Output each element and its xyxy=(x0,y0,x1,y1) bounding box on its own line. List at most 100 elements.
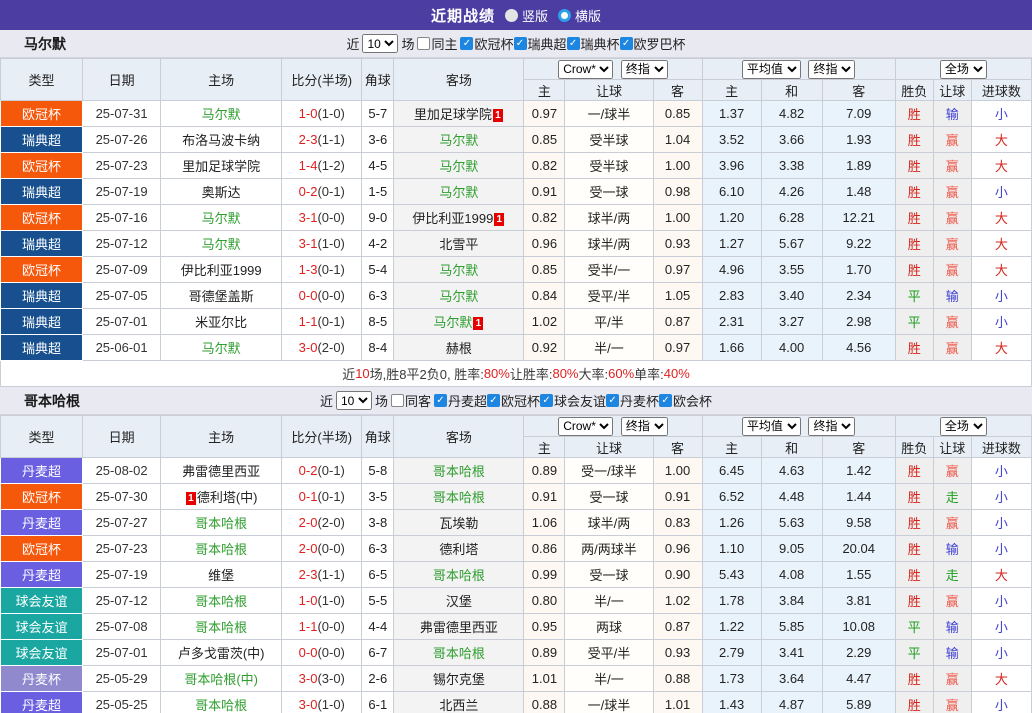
recent-count-select[interactable]: 10 xyxy=(336,391,372,410)
league-filter-label: 丹麦杯 xyxy=(620,391,659,410)
team-label: 德利塔(中) xyxy=(197,490,258,505)
euro-away-odds: 1.55 xyxy=(822,562,895,588)
euro-time-select[interactable]: 终指 xyxy=(808,417,855,436)
euro-draw-odds: 4.48 xyxy=(761,484,822,510)
asia-home-odds: 0.89 xyxy=(524,458,565,484)
away-team: 德利塔 xyxy=(394,536,524,562)
team-label: 弗雷德里西亚 xyxy=(182,464,260,479)
league-badge: 瑞典超 xyxy=(1,179,83,205)
euro-away-odds: 2.98 xyxy=(822,309,895,335)
team-label: 马尔默 xyxy=(439,289,478,304)
asia-home-odds: 0.95 xyxy=(524,614,565,640)
checkbox-icon: ✓ xyxy=(606,394,619,407)
league-filter-checkbox[interactable]: ✓欧会杯 xyxy=(659,391,712,410)
euro-away-odds: 9.58 xyxy=(822,510,895,536)
euro-source-select[interactable]: 平均值 xyxy=(742,60,801,79)
team-label: 哥本哈根 xyxy=(433,464,485,479)
matches-body: 欧冠杯25-07-31马尔默1-0(1-0)5-7里加足球学院10.97一/球半… xyxy=(1,101,1032,361)
league-filter-checkbox[interactable]: ✓丹麦超 xyxy=(434,391,487,410)
euro-home-odds: 1.27 xyxy=(702,231,761,257)
asia-away-odds: 0.97 xyxy=(653,257,702,283)
euro-home-odds: 1.10 xyxy=(702,536,761,562)
away-team: 哥本哈根 xyxy=(394,640,524,666)
away-team: 弗雷德里西亚 xyxy=(394,614,524,640)
euro-time-select[interactable]: 终指 xyxy=(808,60,855,79)
match-row: 瑞典超25-07-12马尔默3-1(1-0)4-2北雪平0.96球半/两0.93… xyxy=(1,231,1032,257)
handicap-result: 赢 xyxy=(933,153,971,179)
same-venue-filter[interactable]: 同主 xyxy=(417,34,457,53)
section-malmo: 马尔默 近 10 场 同主 ✓欧冠杯✓瑞典超✓瑞典杯✓欧罗巴杯 类型 日期 主场… xyxy=(0,30,1032,387)
corner-score: 3-8 xyxy=(362,510,394,536)
match-date: 25-05-29 xyxy=(83,666,161,692)
odds-source-select[interactable]: Crow* xyxy=(558,60,613,79)
euro-source-select[interactable]: 平均值 xyxy=(742,417,801,436)
euro-away-odds: 1.42 xyxy=(822,458,895,484)
team-label: 马尔默 xyxy=(439,133,478,148)
euro-away-odds: 1.89 xyxy=(822,153,895,179)
league-filter-checkbox[interactable]: ✓欧冠杯 xyxy=(460,34,513,53)
league-filter-checkbox[interactable]: ✓欧冠杯 xyxy=(487,391,540,410)
team-label: 马尔默 xyxy=(202,211,241,226)
matches-table: 类型 日期 主场 比分(半场) 角球 客场 Crow* 终指 平均值 终指 xyxy=(0,58,1032,361)
odds-time-select[interactable]: 终指 xyxy=(621,417,668,436)
asia-home-odds: 0.89 xyxy=(524,640,565,666)
match-row: 欧冠杯25-07-23哥本哈根2-0(0-0)6-3德利塔0.86两/两球半0.… xyxy=(1,536,1032,562)
euro-away-odds: 1.70 xyxy=(822,257,895,283)
corner-score: 2-6 xyxy=(362,666,394,692)
layout-radio-vertical[interactable]: 竖版 xyxy=(505,6,548,25)
scope-select[interactable]: 全场 xyxy=(940,417,987,436)
asia-home-odds: 0.91 xyxy=(524,179,565,205)
euro-home-odds: 1.73 xyxy=(702,666,761,692)
summary-segment: 大率: xyxy=(579,364,609,383)
asia-handicap: 球半/两 xyxy=(565,231,653,257)
home-team: 卢多戈雷茨(中) xyxy=(161,640,282,666)
league-filter-checkbox[interactable]: ✓球会友谊 xyxy=(540,391,606,410)
col-goals-result: 进球数 xyxy=(971,437,1031,458)
layout-radio-horizontal[interactable]: 横版 xyxy=(558,6,601,25)
score: 3-0(2-0) xyxy=(282,335,362,361)
summary-segment: 近 xyxy=(342,364,355,383)
handicap-result: 输 xyxy=(933,101,971,127)
league-filter-checkbox[interactable]: ✓瑞典超 xyxy=(514,34,567,53)
col-away: 客场 xyxy=(394,416,524,458)
checkbox-icon: ✓ xyxy=(567,37,580,50)
league-filter-checkbox[interactable]: ✓欧罗巴杯 xyxy=(620,34,686,53)
euro-away-odds: 2.34 xyxy=(822,283,895,309)
summary-segment: 60% xyxy=(608,366,634,381)
euro-draw-odds: 3.27 xyxy=(761,309,822,335)
section-header: 马尔默 近 10 场 同主 ✓欧冠杯✓瑞典超✓瑞典杯✓欧罗巴杯 xyxy=(0,30,1032,58)
match-row: 欧冠杯25-07-301德利塔(中)0-1(0-1)3-5哥本哈根0.91受一球… xyxy=(1,484,1032,510)
col-type: 类型 xyxy=(1,59,83,101)
team-label: 布洛马波卡纳 xyxy=(182,133,260,148)
asia-handicap: 半/一 xyxy=(565,335,653,361)
same-venue-filter[interactable]: 同客 xyxy=(391,391,431,410)
odds-source-select[interactable]: Crow* xyxy=(558,417,613,436)
goals-result: 大 xyxy=(971,257,1031,283)
odds-time-select[interactable]: 终指 xyxy=(621,60,668,79)
league-filter-checkbox[interactable]: ✓丹麦杯 xyxy=(606,391,659,410)
asia-handicap: 受半球 xyxy=(565,127,653,153)
league-filter-label: 瑞典超 xyxy=(528,34,567,53)
match-row: 丹麦超25-05-25哥本哈根3-0(1-0)6-1北西兰0.88一/球半1.0… xyxy=(1,692,1032,713)
euro-draw-odds: 6.28 xyxy=(761,205,822,231)
away-team: 伊比利亚19991 xyxy=(394,205,524,231)
league-filter-checkbox[interactable]: ✓瑞典杯 xyxy=(567,34,620,53)
match-row: 瑞典超25-06-01马尔默3-0(2-0)8-4赫根0.92半/一0.971.… xyxy=(1,335,1032,361)
euro-draw-odds: 4.63 xyxy=(761,458,822,484)
result: 胜 xyxy=(895,510,933,536)
euro-draw-odds: 3.40 xyxy=(761,283,822,309)
recent-count-select[interactable]: 10 xyxy=(362,34,398,53)
match-date: 25-07-01 xyxy=(83,309,161,335)
match-date: 25-07-27 xyxy=(83,510,161,536)
col-asia-home: 主 xyxy=(524,80,565,101)
euro-draw-odds: 5.63 xyxy=(761,510,822,536)
result: 胜 xyxy=(895,153,933,179)
euro-away-odds: 12.21 xyxy=(822,205,895,231)
handicap-result: 赢 xyxy=(933,179,971,205)
matches-body: 丹麦超25-08-02弗雷德里西亚0-2(0-1)5-8哥本哈根0.89受一/球… xyxy=(1,458,1032,713)
scope-select[interactable]: 全场 xyxy=(940,60,987,79)
euro-home-odds: 1.66 xyxy=(702,335,761,361)
euro-away-odds: 10.08 xyxy=(822,614,895,640)
match-row: 欧冠杯25-07-09伊比利亚19991-3(0-1)5-4马尔默0.85受半/… xyxy=(1,257,1032,283)
match-row: 球会友谊25-07-01卢多戈雷茨(中)0-0(0-0)6-7哥本哈根0.89受… xyxy=(1,640,1032,666)
